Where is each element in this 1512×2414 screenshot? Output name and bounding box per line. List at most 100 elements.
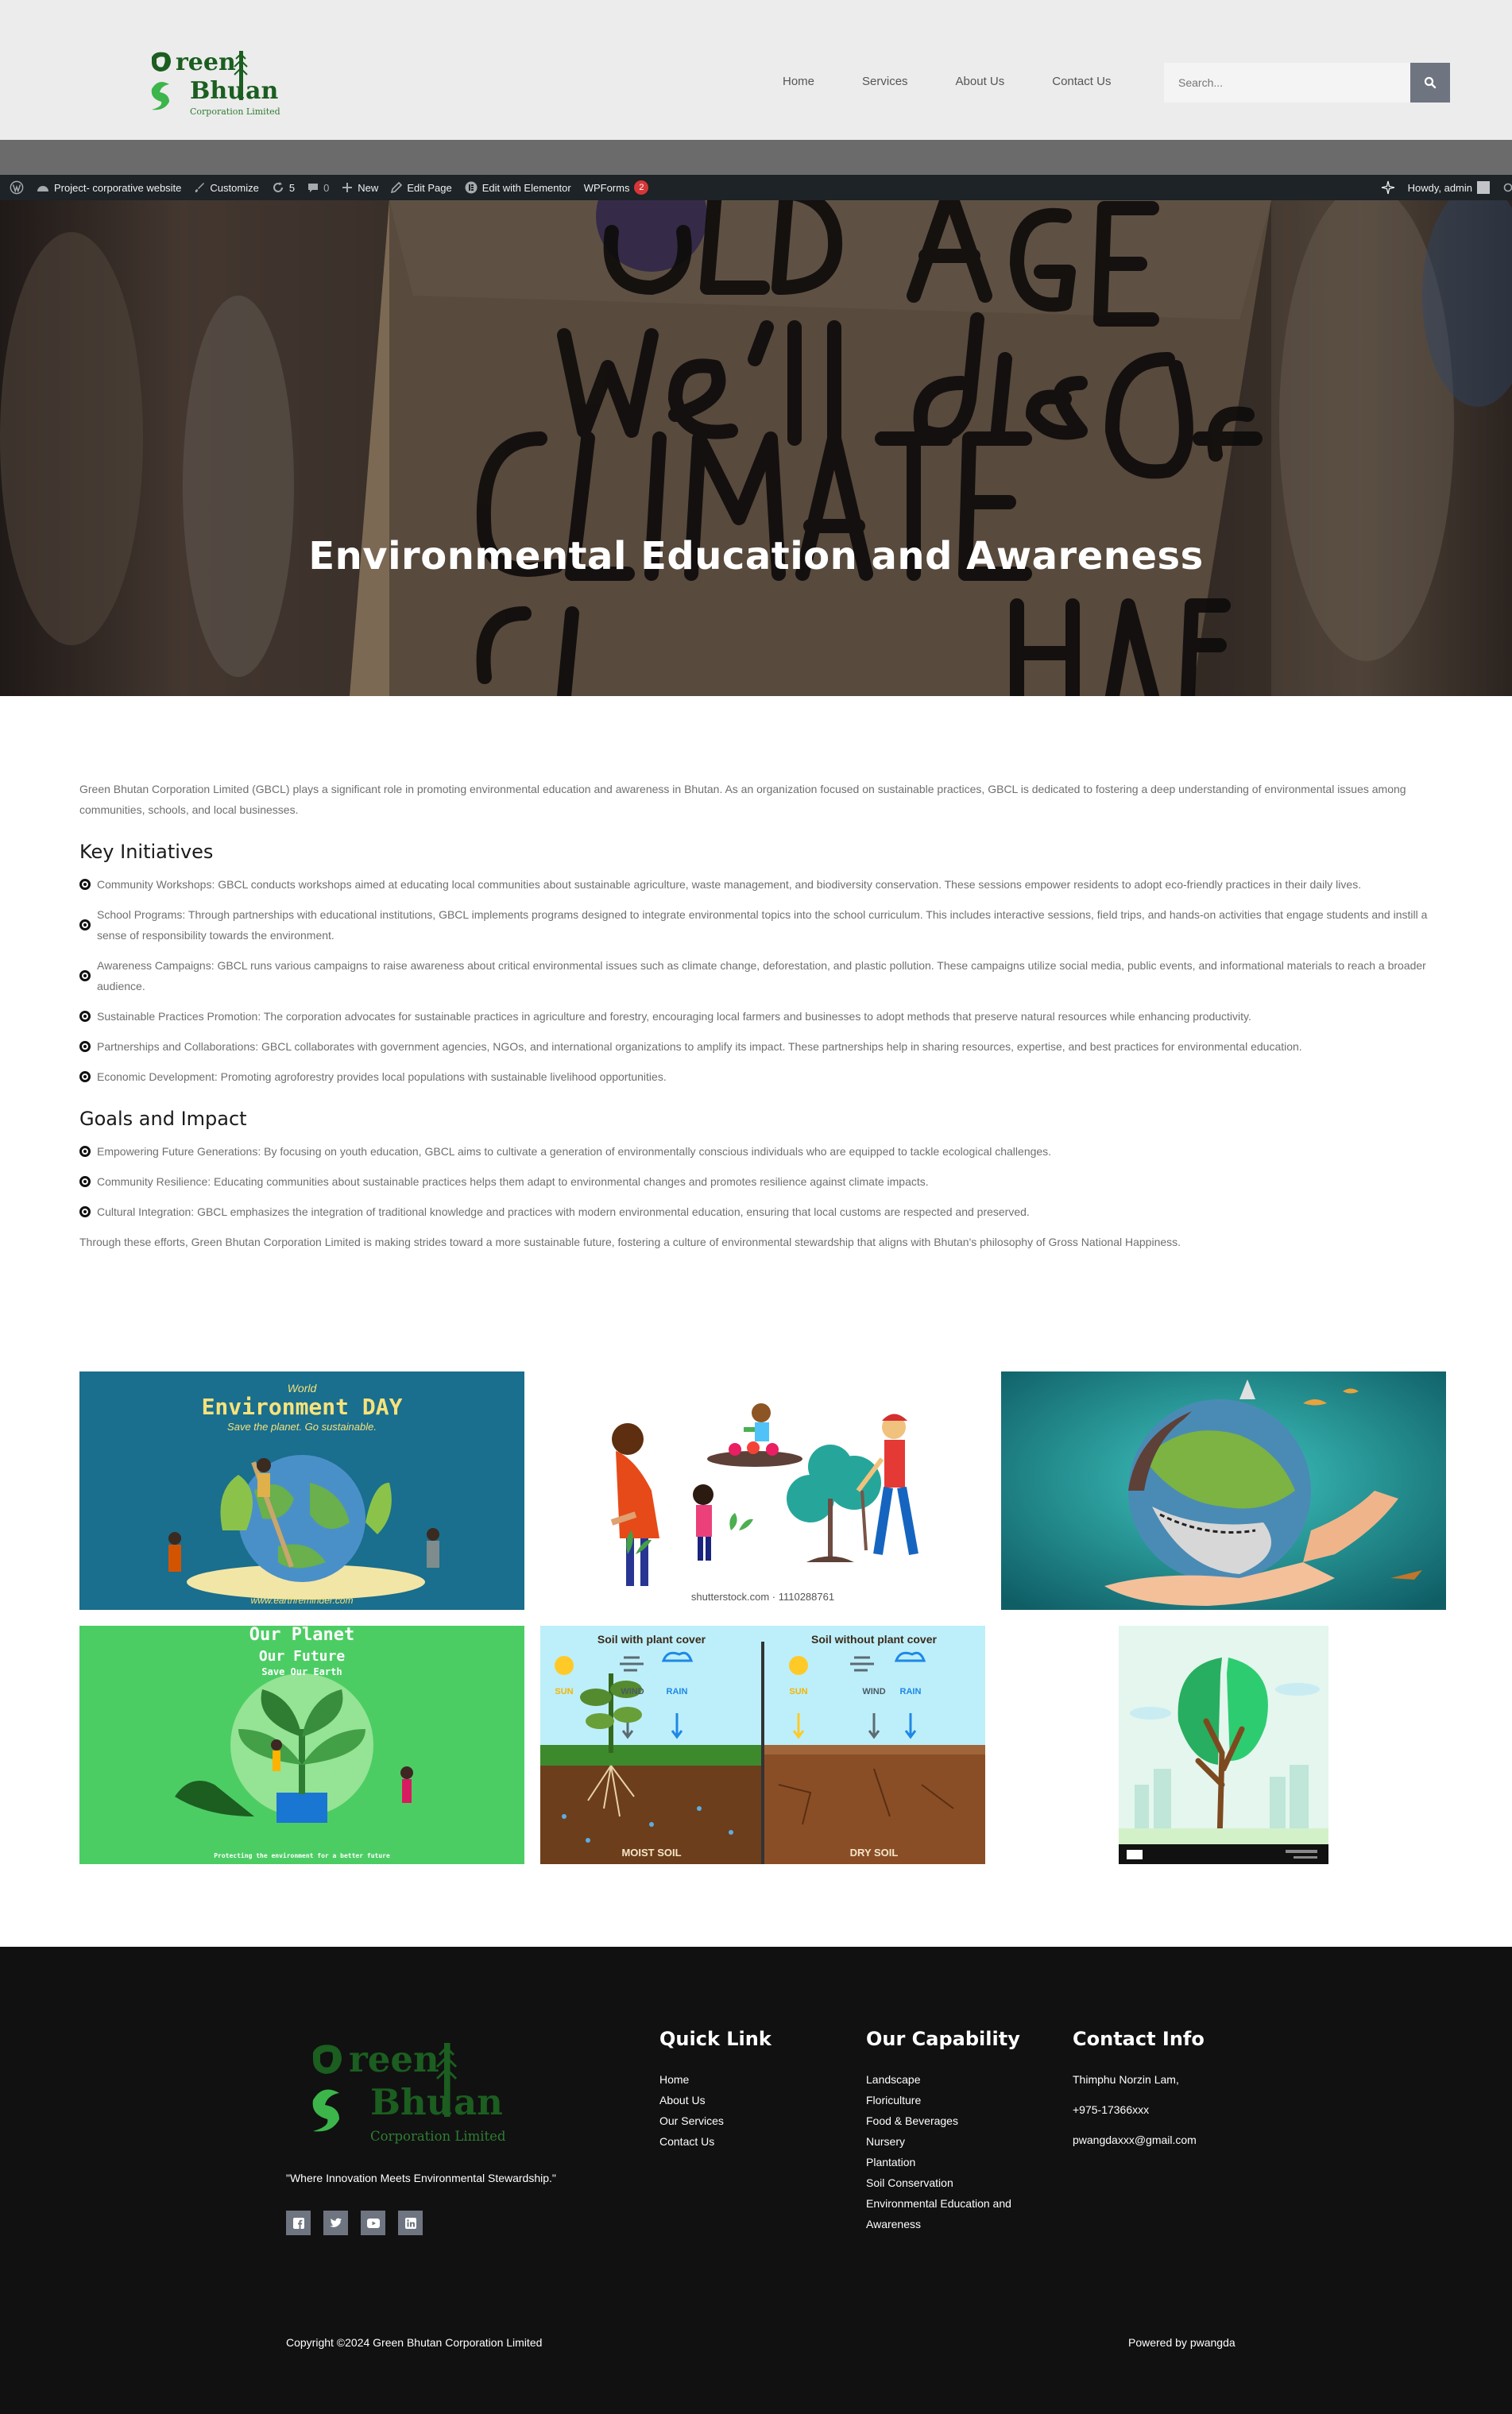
bullet-icon <box>79 1206 91 1217</box>
brush-icon <box>195 183 205 192</box>
hero-banner: Environmental Education and Awareness <box>0 200 1512 696</box>
wpforms-notification-badge: 2 <box>634 180 649 195</box>
planet-line1: Our Planet <box>249 1626 354 1645</box>
soil-comparison-illustration: Soil with plant cover Soil without plant… <box>540 1626 985 1864</box>
ab-ai-assistant[interactable] <box>1375 175 1402 200</box>
footer-tagline: "Where Innovation Meets Environmental St… <box>286 2172 556 2184</box>
bullet-icon <box>79 1011 91 1022</box>
list-item-text: Awareness Campaigns: GBCL runs various c… <box>97 959 1426 992</box>
ab-updates-count: 5 <box>288 181 296 194</box>
main-nav: Home Services About Us Contact Us <box>759 75 1135 88</box>
ab-customize[interactable]: Customize <box>188 175 265 200</box>
list-item: Community Workshops: GBCL conducts works… <box>79 874 1446 895</box>
wp-admin-bar: Project- corporative website Customize 5… <box>0 175 1512 200</box>
logo-text-bhutan-end: an <box>246 77 278 105</box>
ab-edit-page[interactable]: Edit Page <box>385 175 458 200</box>
footer-logo[interactable]: reen Bhu an Corporation Limited <box>306 2038 520 2160</box>
twitter-icon[interactable] <box>323 2211 348 2235</box>
gallery-image-our-planet[interactable]: Our Planet Our Future Save Our Earth Pro… <box>79 1626 524 1864</box>
quick-links-heading: Quick Link <box>659 2028 771 2050</box>
contact-phone[interactable]: +975-17366xxx <box>1073 2099 1205 2120</box>
soil-left-rain-label: RAIN <box>667 1687 688 1696</box>
search-button[interactable] <box>1410 63 1450 103</box>
admin-search-icon <box>1503 183 1512 192</box>
capability-link-soil-conservation[interactable]: Soil Conservation <box>866 2172 1020 2193</box>
capability-link-nursery[interactable]: Nursery <box>866 2131 1020 2152</box>
ab-site-name[interactable]: Project- corporative website <box>30 175 188 200</box>
planet-line2: Our Future <box>259 1648 346 1665</box>
ab-howdy-label: Howdy, admin <box>1407 181 1472 194</box>
contact-heading: Contact Info <box>1073 2028 1205 2050</box>
youtube-icon[interactable] <box>361 2211 385 2235</box>
gallery-image-soil-comparison[interactable]: Soil with plant cover Soil without plant… <box>540 1626 985 1864</box>
env-day-title: Environment DAY <box>202 1394 403 1420</box>
contact-email[interactable]: pwangdaxxx@gmail.com <box>1073 2130 1205 2150</box>
env-day-small: World <box>288 1382 318 1395</box>
gallery-image-kids-gardening[interactable]: shutterstock.com · 1110288761 <box>540 1371 985 1610</box>
bullet-icon <box>79 919 91 930</box>
main-content: Green Bhutan Corporation Limited (GBCL) … <box>79 779 1446 1252</box>
ab-site-name-label: Project- corporative website <box>54 181 182 194</box>
page-title: Environmental Education and Awareness <box>308 534 1204 578</box>
ab-new[interactable]: New <box>335 175 385 200</box>
capability-heading: Our Capability <box>866 2028 1020 2050</box>
soil-left-wind-label: WIND <box>621 1687 644 1696</box>
logo-graphic: reen Bhu an Corporation Limited <box>151 48 280 117</box>
earth-in-hand-illustration <box>1001 1371 1446 1610</box>
soil-left-title: Soil with plant cover <box>597 1633 706 1646</box>
nav-contact-us[interactable]: Contact Us <box>1028 75 1135 88</box>
site-logo[interactable]: reen Bhu an Corporation Limited <box>147 48 290 126</box>
footer-link-contact-us[interactable]: Contact Us <box>659 2131 771 2152</box>
bullet-icon <box>79 970 91 981</box>
bullet-icon <box>79 1176 91 1187</box>
elementor-icon <box>465 181 478 194</box>
list-item: Cultural Integration: GBCL emphasizes th… <box>79 1201 1446 1222</box>
ab-updates[interactable]: 5 <box>265 175 301 200</box>
bullet-icon <box>79 879 91 890</box>
capability-link-food-beverages[interactable]: Food & Beverages <box>866 2110 1020 2131</box>
footer-logo-graphic: reen Bhu an Corporation Limited <box>312 2038 506 2144</box>
ab-wpforms[interactable]: WPForms 2 <box>578 175 655 200</box>
logo-subtitle: Corporation Limited <box>190 106 280 117</box>
updates-icon <box>273 182 283 192</box>
soil-right-title: Soil without plant cover <box>811 1633 937 1646</box>
key-initiatives-heading: Key Initiatives <box>79 841 214 863</box>
plus-icon <box>342 183 353 192</box>
ab-wpforms-label: WPForms <box>583 181 630 194</box>
gallery-image-earth-in-hand[interactable] <box>1001 1371 1446 1610</box>
footer-link-about-us[interactable]: About Us <box>659 2090 771 2110</box>
search-input[interactable] <box>1164 63 1410 103</box>
footer-link-home[interactable]: Home <box>659 2069 771 2090</box>
list-item-text: School Programs: Through partnerships wi… <box>97 908 1428 942</box>
list-item-text: Community Workshops: GBCL conducts works… <box>97 878 1362 891</box>
bullet-icon <box>79 1071 91 1082</box>
nav-home[interactable]: Home <box>759 75 838 88</box>
capability-link-plantation[interactable]: Plantation <box>866 2152 1020 2172</box>
linkedin-icon[interactable] <box>398 2211 423 2235</box>
nav-services[interactable]: Services <box>838 75 932 88</box>
ab-elementor[interactable]: Edit with Elementor <box>458 175 578 200</box>
wp-logo-menu[interactable] <box>3 175 30 200</box>
soil-right-rain-label: RAIN <box>900 1687 922 1696</box>
gallery-image-tree-globe[interactable] <box>1119 1626 1328 1864</box>
capability-link-env-education[interactable]: Environmental Education and <box>866 2193 1020 2214</box>
footer-link-our-services[interactable]: Our Services <box>659 2110 771 2131</box>
list-item-text: Community Resilience: Educating communit… <box>97 1175 929 1188</box>
nav-about-us[interactable]: About Us <box>932 75 1029 88</box>
footer-logo-text-green: reen <box>349 2041 439 2080</box>
gallery-image-environment-day[interactable]: World Environment DAY Save the planet. G… <box>79 1371 524 1610</box>
facebook-icon[interactable] <box>286 2211 311 2235</box>
ab-search[interactable] <box>1496 175 1512 200</box>
wordpress-icon <box>10 180 24 195</box>
footer-logo-subtitle: Corporation Limited <box>370 2129 506 2144</box>
sparkle-icon <box>1381 180 1394 195</box>
capability-link-env-education-cont[interactable]: Awareness <box>866 2214 1020 2234</box>
ab-comments[interactable]: 0 <box>301 175 335 200</box>
footer-logo-text-bhutan: Bhu <box>370 2081 452 2123</box>
capability-link-floriculture[interactable]: Floriculture <box>866 2090 1020 2110</box>
env-day-url: www.earthreminder.com <box>251 1595 354 1606</box>
ab-my-account[interactable]: Howdy, admin <box>1402 175 1496 200</box>
bullet-icon <box>79 1146 91 1157</box>
list-item: Economic Development: Promoting agrofore… <box>79 1066 1446 1087</box>
capability-link-landscape[interactable]: Landscape <box>866 2069 1020 2090</box>
